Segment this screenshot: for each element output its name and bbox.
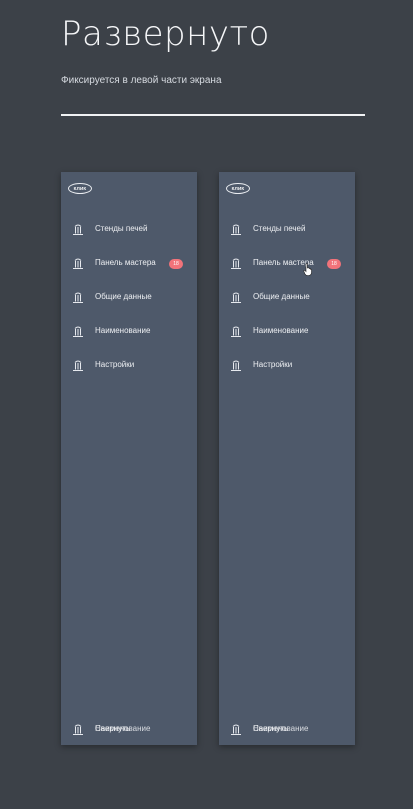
column-icon [73,224,83,235]
hand-cursor-icon [303,263,312,276]
sidebar-item-label: Наименование [95,326,151,335]
sidebar-item-label: Настройки [253,360,293,369]
sidebar-menu: Стенды печей Панель мастера 18 Общие дан… [219,213,355,383]
notification-badge: 18 [327,259,341,269]
sidebar-item-general-data[interactable]: Общие данные [219,281,355,315]
overlapping-label: Наименование [95,724,151,733]
sidebar-item-label: Панель мастера [95,258,156,267]
sidebar-item-stands[interactable]: Стенды печей [219,213,355,247]
column-icon [231,292,241,303]
sidebar-menu: Стенды печей Панель мастера 18 Общие дан… [61,213,197,383]
sidebar-item-label: Настройки [95,360,135,369]
divider [61,114,365,116]
sidebar-item-label: Стенды печей [95,224,148,233]
column-icon [73,258,83,269]
sidebar-item-label: Общие данные [253,292,310,301]
sidebar-default: КЛИК Стенды печей Панель мастера 18 Общи… [61,172,197,745]
column-icon [231,224,241,235]
overlapping-label: Наименование [253,724,309,733]
sidebar-item-label: Общие данные [95,292,152,301]
logo[interactable]: КЛИК [226,183,250,194]
column-icon [231,724,241,735]
page-subtitle: Фиксируется в левой части экрана [61,75,222,86]
sidebar-item-settings[interactable]: Настройки [219,349,355,383]
logo[interactable]: КЛИК [68,183,92,194]
column-icon [73,360,83,371]
sidebar-item-name[interactable]: Наименование [61,315,197,349]
page: Развернуто Фиксируется в левой части экр… [0,0,413,809]
column-icon [73,326,83,337]
notification-badge: 18 [169,259,183,269]
column-icon [231,326,241,337]
column-icon [231,360,241,371]
sidebar-item-general-data[interactable]: Общие данные [61,281,197,315]
sidebar-item-master-panel[interactable]: Панель мастера 18 [61,247,197,281]
sidebar-collapse-item[interactable]: Свернуть Наименование [219,720,355,740]
column-icon [231,258,241,269]
sidebar-item-stands[interactable]: Стенды печей [61,213,197,247]
sidebar-item-master-panel[interactable]: Панель мастера 18 [219,247,355,281]
column-icon [73,292,83,303]
sidebar-item-name[interactable]: Наименование [219,315,355,349]
sidebar-collapse-item[interactable]: Свернуть Наименование [61,720,197,740]
column-icon [73,724,83,735]
sidebar-item-settings[interactable]: Настройки [61,349,197,383]
sidebar-item-label: Стенды печей [253,224,306,233]
page-title: Развернуто [61,14,270,54]
sidebar-hover: КЛИК Стенды печей Панель мастера 18 Общи… [219,172,355,745]
sidebar-item-label: Наименование [253,326,309,335]
